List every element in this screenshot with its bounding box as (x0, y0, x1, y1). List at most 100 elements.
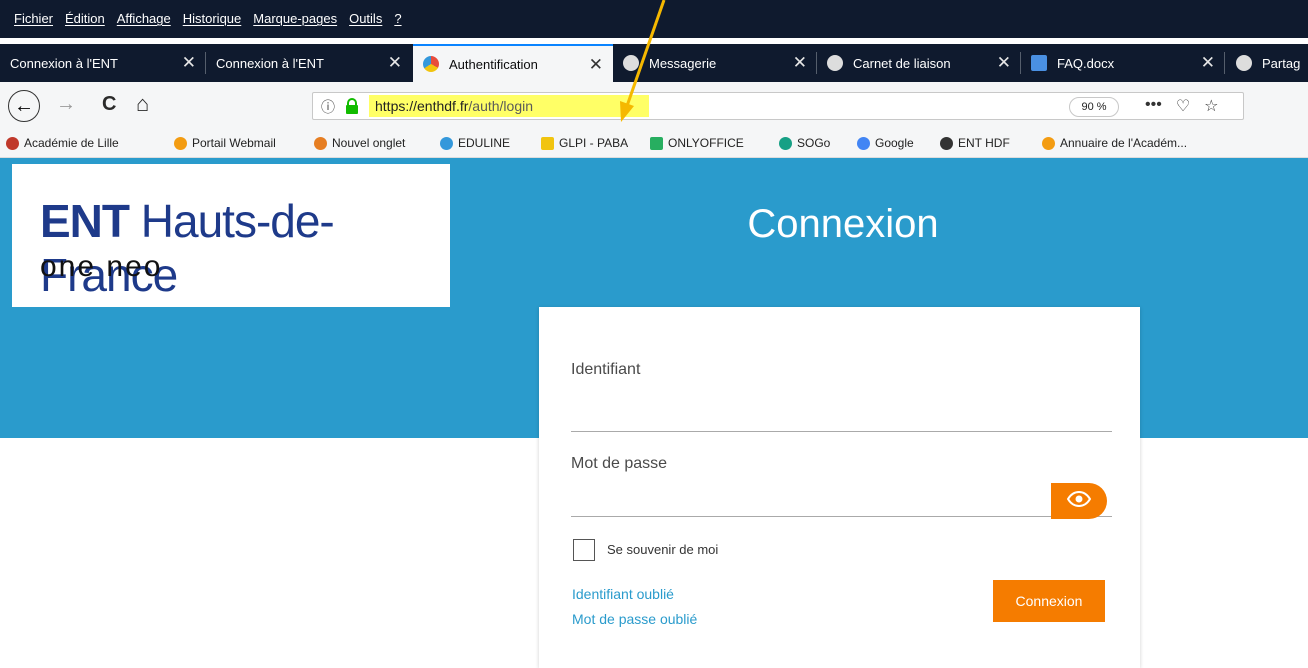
globe-icon (940, 136, 953, 150)
remember-me-checkbox[interactable] (573, 539, 595, 561)
close-icon[interactable]: ✕ (1201, 53, 1215, 73)
menu-outils[interactable]: Outils (349, 11, 382, 26)
bookmark-icon (1042, 136, 1055, 150)
menu-aide[interactable]: ? (394, 11, 401, 26)
bookmark-label: Académie de Lille (24, 136, 119, 150)
url-actions: ••• ♡ ☆ (1145, 96, 1219, 116)
google-icon (857, 136, 870, 150)
bookmark-ent-hdf[interactable]: ENT HDF (940, 136, 1010, 150)
tab-label: Authentification (449, 56, 538, 72)
bookmark-eduline[interactable]: EDULINE (440, 136, 510, 150)
bookmark-label: Google (875, 136, 914, 150)
bookmark-label: SOGo (797, 136, 831, 150)
back-button[interactable]: ← (8, 90, 40, 122)
close-icon[interactable]: ✕ (182, 53, 196, 73)
tab-connexion-ent-1[interactable]: Connexion à l'ENT ✕ (0, 44, 206, 82)
close-icon[interactable]: ✕ (589, 55, 603, 75)
tab-label: Connexion à l'ENT (10, 55, 118, 71)
close-icon[interactable]: ✕ (388, 53, 402, 73)
bookmark-label: Nouvel onglet (332, 136, 406, 150)
tab-messagerie[interactable]: Messagerie ✕ (613, 44, 817, 82)
page-title: Connexion (747, 202, 939, 246)
menu-affichage[interactable]: Affichage (117, 11, 171, 26)
password-underline (571, 516, 1112, 517)
tab-label: Connexion à l'ENT (216, 55, 324, 71)
login-underline (571, 431, 1112, 432)
tab-label: FAQ.docx (1057, 55, 1115, 71)
login-input[interactable] (571, 399, 1041, 425)
password-input[interactable] (571, 491, 1041, 517)
tab-label: Carnet de liaison (853, 55, 951, 71)
bookmark-label: Annuaire de l'Académ... (1060, 136, 1188, 150)
tab-connexion-ent-2[interactable]: Connexion à l'ENT ✕ (206, 44, 412, 82)
pocket-icon[interactable]: ♡ (1176, 96, 1190, 116)
bookmark-label: Portail Webmail (192, 136, 276, 150)
bookmark-label: EDULINE (458, 136, 511, 150)
bookmark-onlyoffice[interactable]: ONLYOFFICE (650, 136, 744, 150)
bookmark-label: ENT HDF (958, 136, 1010, 150)
menu-marque-pages[interactable]: Marque-pages (253, 11, 337, 26)
tab-faq-docx[interactable]: FAQ.docx ✕ (1021, 44, 1225, 82)
bookmarks-bar: Académie de Lille Portail Webmail Nouvel… (0, 130, 1308, 158)
logo-title: ENT Hauts-de-France (40, 195, 335, 301)
bookmark-star-icon[interactable]: ☆ (1204, 96, 1218, 116)
home-button[interactable]: ⌂ (136, 91, 149, 117)
tab-favicon-icon (423, 56, 439, 72)
info-icon[interactable]: ⓘ (321, 97, 335, 117)
close-icon[interactable]: ✕ (997, 53, 1011, 73)
tab-label: Messagerie (649, 55, 717, 71)
tab-separator (1224, 52, 1225, 74)
page-actions-icon[interactable]: ••• (1145, 96, 1162, 116)
password-label: Mot de passe (571, 455, 668, 472)
url-text[interactable]: https://enthdf.fr/auth/login (375, 98, 533, 114)
bookmark-portail-webmail[interactable]: Portail Webmail (174, 136, 276, 150)
menu-fichier[interactable]: Fichier (14, 11, 53, 26)
connexion-button[interactable]: Connexion (993, 580, 1105, 622)
bookmark-sogo[interactable]: SOGo (779, 136, 830, 150)
forgot-password-link[interactable]: Mot de passe oublié (572, 611, 697, 627)
tab-authentification[interactable]: Authentification ✕ (413, 44, 613, 82)
show-password-button[interactable] (1051, 483, 1107, 519)
bookmark-nouvel-onglet[interactable]: Nouvel onglet (314, 136, 405, 150)
tab-label: Partag (1262, 55, 1301, 71)
bookmark-icon (440, 136, 453, 150)
bookmark-icon (6, 136, 19, 150)
firefox-icon (314, 136, 327, 150)
login-label: Identifiant (571, 361, 641, 378)
tab-carnet-de-liaison[interactable]: Carnet de liaison ✕ (817, 44, 1021, 82)
remember-me-label[interactable]: Se souvenir de moi (607, 542, 718, 557)
login-card: Identifiant Mot de passe Se souvenir de … (539, 307, 1140, 668)
bookmark-academie-lille[interactable]: Académie de Lille (6, 136, 119, 150)
ent-logo: ENT Hauts-de-France one neo (12, 164, 450, 307)
document-icon (1031, 55, 1047, 71)
tab-bar: Connexion à l'ENT ✕ Connexion à l'ENT ✕ … (0, 44, 1308, 82)
navigation-bar: ← → C ⌂ ⓘ https://enthdf.fr/auth/login 9… (0, 82, 1308, 130)
forward-button[interactable]: → (56, 93, 76, 116)
tab-partage[interactable]: Partag (1226, 44, 1308, 82)
bookmark-icon (779, 136, 792, 150)
bookmark-label: ONLYOFFICE (668, 136, 744, 150)
menu-bar: Fichier Édition Affichage Historique Mar… (0, 0, 1308, 38)
reload-button[interactable]: C (102, 93, 116, 116)
bookmark-icon (174, 136, 187, 150)
bookmark-icon (650, 136, 663, 150)
eye-icon (1066, 490, 1092, 512)
menu-historique[interactable]: Historique (183, 11, 242, 26)
close-icon[interactable]: ✕ (793, 53, 807, 73)
tab-favicon-icon (623, 55, 639, 71)
menu-edition[interactable]: Édition (65, 11, 105, 26)
zoom-indicator[interactable]: 90 % (1069, 97, 1119, 117)
lock-icon (345, 98, 359, 114)
bookmark-label: GLPI - PABA (559, 136, 629, 150)
back-arrow-icon: ← (14, 94, 34, 117)
forgot-login-link[interactable]: Identifiant oublié (572, 586, 674, 602)
menu-items: Fichier Édition Affichage Historique Mar… (14, 11, 402, 26)
tab-favicon-icon (1236, 55, 1252, 71)
logo-subtitle: one neo (40, 250, 163, 283)
url-bar[interactable]: ⓘ https://enthdf.fr/auth/login 90 % ••• … (312, 92, 1244, 120)
bookmark-annuaire[interactable]: Annuaire de l'Académ... (1042, 136, 1187, 150)
bookmark-google[interactable]: Google (857, 136, 914, 150)
bookmark-glpi-paba[interactable]: GLPI - PABA (541, 136, 628, 150)
bookmark-icon (541, 136, 554, 150)
tab-favicon-icon (827, 55, 843, 71)
